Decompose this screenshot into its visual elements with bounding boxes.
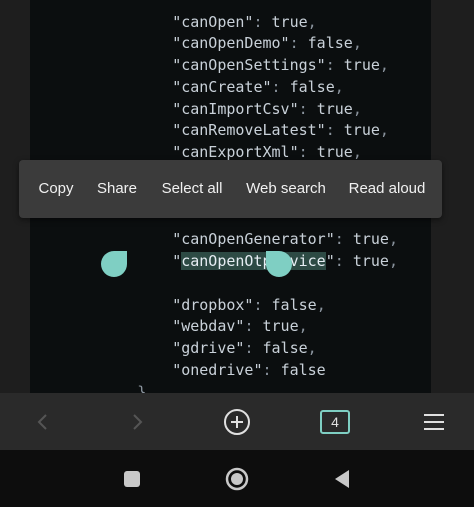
recents-square-icon [124,470,140,487]
code-value: true [343,56,380,74]
closing-brace: }, [137,383,156,393]
system-navigation-bar [0,450,474,507]
code-line: "onedrive": false [172,361,326,379]
code-value: true [352,252,389,270]
plus-circle-icon [224,408,250,435]
forward-arrow-icon [133,413,143,430]
read-aloud-menu-item[interactable]: Read aloud [343,160,431,218]
home-circle-icon [225,467,249,490]
code-line: "canOpenDemo": false, [172,34,362,52]
web-search-menu-item[interactable]: Web search [241,160,331,218]
code-line: "dropbox": false, [172,296,326,314]
code-key: "onedrive" [172,361,263,379]
browser-toolbar: 4 [0,393,474,450]
forward-button[interactable] [118,393,158,450]
code-line: "canRemoveLatest": true, [172,121,389,139]
home-button[interactable] [216,450,258,507]
code-line: "webdav": true, [172,317,308,335]
selection-handle-start[interactable] [101,251,127,277]
code-line: "canExportXml": true, [172,143,362,161]
code-line: "gdrive": false, [172,339,317,357]
code-value: false [280,361,326,379]
copy-menu-item[interactable]: Copy [27,160,85,218]
back-arrow-icon [37,413,47,430]
code-line: "canCreate": false, [172,78,344,96]
menu-button[interactable] [414,393,454,450]
tabs-button[interactable]: 4 [314,393,356,450]
select-all-menu-item[interactable]: Select all [153,160,231,218]
web-content: "canOpen": true, "canOpenDemo": false, "… [0,0,474,393]
system-back-button[interactable] [322,450,362,507]
selection-handle-end[interactable] [266,251,292,277]
code-line: }, [83,359,155,393]
selected-text[interactable]: canOpenOtpDevice [181,252,326,270]
new-tab-button[interactable] [216,393,258,450]
tab-count-badge: 4 [320,409,350,434]
code-line: "canImportCsv": true, [172,100,362,118]
back-triangle-icon [335,469,349,488]
recents-button[interactable] [112,450,152,507]
hamburger-menu-icon [424,413,444,430]
share-menu-item[interactable]: Share [89,160,145,218]
code-line: "canOpenOtpDevice": true, [172,252,398,270]
code-line: "canOpenSettings": true, [172,56,389,74]
back-button[interactable] [22,393,62,450]
text-selection-menu: Copy Share Select all Web search Read al… [19,160,442,218]
